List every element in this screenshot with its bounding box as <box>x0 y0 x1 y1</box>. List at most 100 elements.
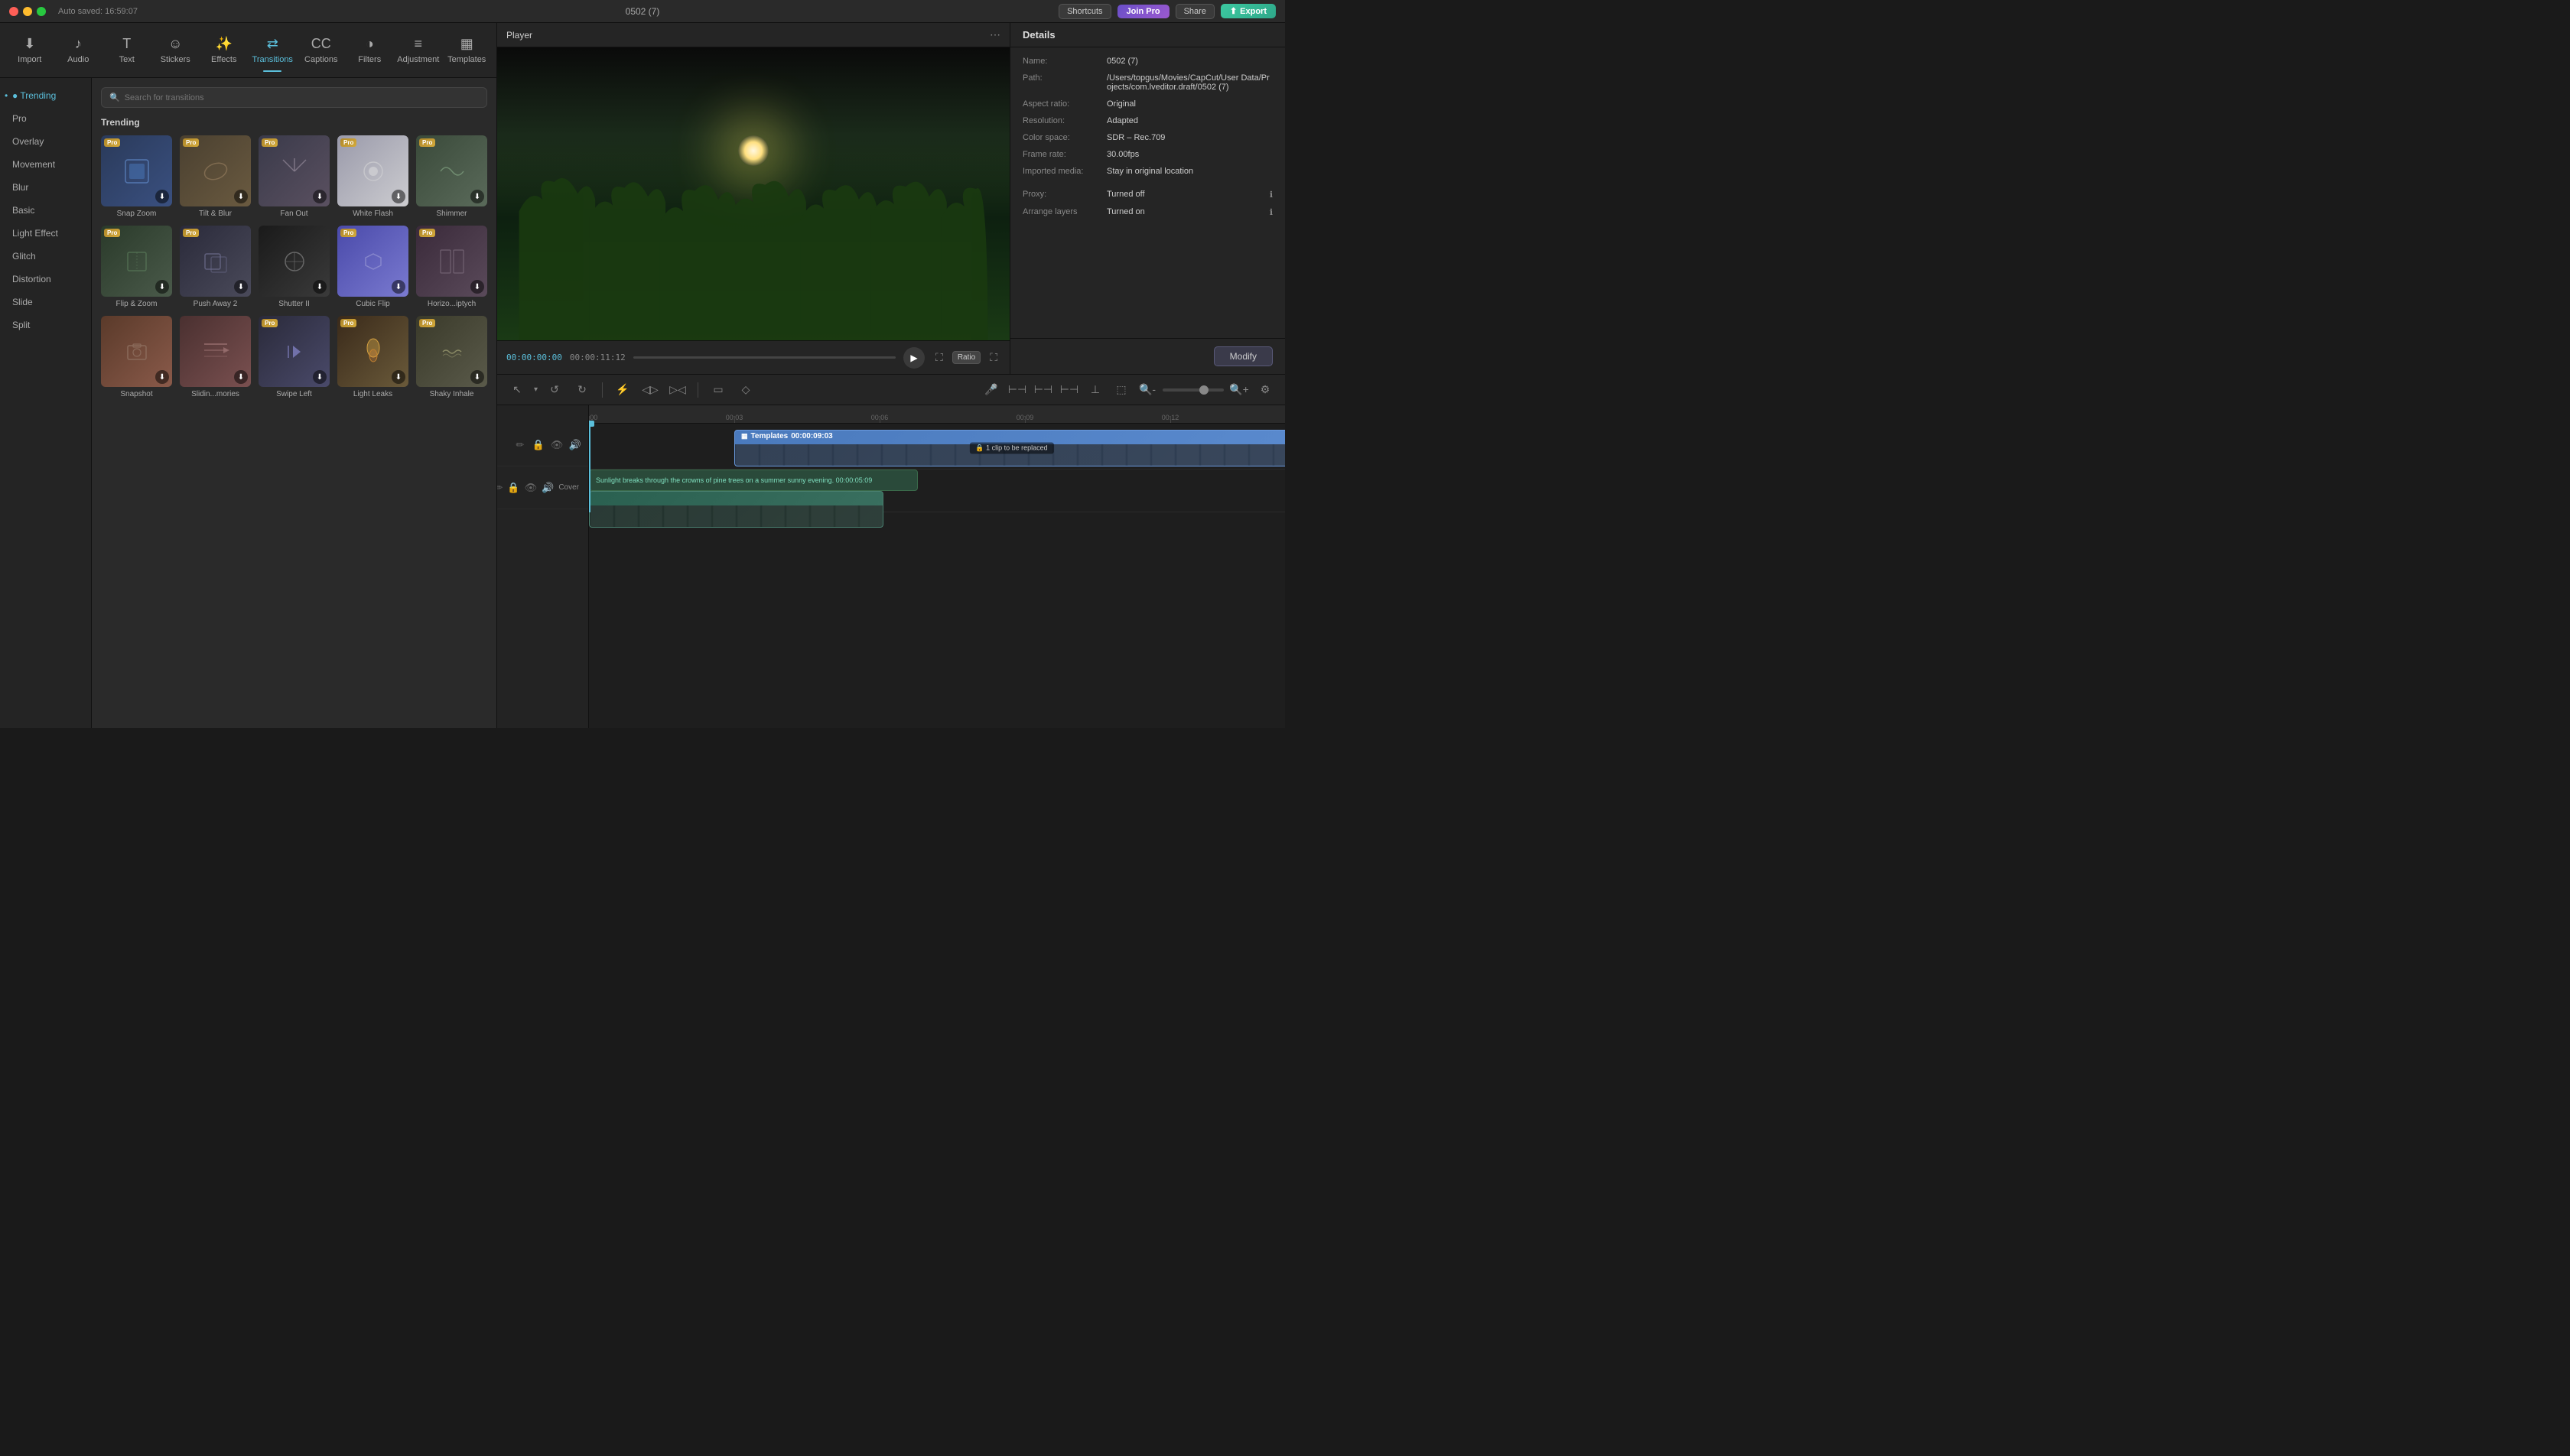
sidebar-item-overlay[interactable]: Overlay <box>0 130 91 153</box>
export-button[interactable]: ⬆ Export <box>1221 4 1276 18</box>
transition-snapshot[interactable]: ⬇ Snapshot <box>101 316 172 398</box>
download-icon[interactable]: ⬇ <box>470 190 484 203</box>
close-button[interactable] <box>9 7 18 16</box>
clip-button[interactable]: ▭ <box>708 379 729 401</box>
zoom-out-button[interactable]: 🔍- <box>1137 379 1158 401</box>
sidebar-item-basic[interactable]: Basic <box>0 199 91 222</box>
clip-duration-button[interactable]: ⊢⊣ <box>1033 379 1054 401</box>
track-edit-icon-2[interactable]: ✏ <box>497 481 503 495</box>
undo-button[interactable]: ↺ <box>544 379 565 401</box>
align-button[interactable]: ⊥ <box>1085 379 1106 401</box>
sidebar-item-slide[interactable]: Slide <box>0 291 91 314</box>
minimize-button[interactable] <box>23 7 32 16</box>
proxy-toggle[interactable]: ℹ <box>1270 190 1273 200</box>
download-icon[interactable]: ⬇ <box>234 280 248 294</box>
track-clip-video[interactable] <box>589 491 883 528</box>
maximize-button[interactable] <box>37 7 46 16</box>
toolbar-transitions[interactable]: ⇄ Transitions <box>249 28 297 73</box>
toolbar-captions[interactable]: CC Captions <box>298 28 345 73</box>
crop-button[interactable]: ▷◁ <box>667 379 688 401</box>
transition-fan-out[interactable]: Pro ⬇ Fan Out <box>259 135 330 218</box>
transition-snap-zoom[interactable]: Pro ⬇ Snap Zoom <box>101 135 172 218</box>
toolbar-audio[interactable]: ♪ Audio <box>55 28 102 73</box>
select-tool-button[interactable]: ↖ <box>506 379 528 401</box>
clip-speed-button[interactable]: ⊢⊣ <box>1007 379 1028 401</box>
sidebar-item-split[interactable]: Split <box>0 314 91 336</box>
download-icon[interactable]: ⬇ <box>155 190 169 203</box>
download-icon[interactable]: ⬇ <box>470 280 484 294</box>
download-icon[interactable]: ⬇ <box>234 190 248 203</box>
modify-button[interactable]: Modify <box>1214 346 1273 366</box>
transition-light-leaks[interactable]: Pro ⬇ Light Leaks <box>337 316 408 398</box>
zoom-slider[interactable] <box>1163 388 1224 392</box>
toolbar-templates[interactable]: ▦ Templates <box>444 28 491 73</box>
track-lock-icon-2[interactable]: 🔒 <box>507 481 519 495</box>
share-button[interactable]: Share <box>1176 4 1215 19</box>
zoom-in-button[interactable]: 🔍+ <box>1228 379 1250 401</box>
track-volume-icon[interactable]: 🔊 <box>568 438 582 452</box>
transition-push-away[interactable]: Pro ⬇ Push Away 2 <box>180 226 251 308</box>
redo-button[interactable]: ↻ <box>571 379 593 401</box>
transition-shaky-inhale[interactable]: Pro ⬇ Shaky Inhale <box>416 316 487 398</box>
download-icon[interactable]: ⬇ <box>234 370 248 384</box>
transition-white-flash[interactable]: Pro ⬇ White Flash <box>337 135 408 218</box>
toolbar-text[interactable]: T Text <box>103 28 151 73</box>
trim-button[interactable]: ◁▷ <box>639 379 661 401</box>
track-lock-icon[interactable]: 🔒 <box>532 438 545 452</box>
transition-cubic-flip[interactable]: Pro ⬇ Cubic Flip <box>337 226 408 308</box>
transition-shutter[interactable]: ⬇ Shutter II <box>259 226 330 308</box>
toolbar-adjustment[interactable]: ≡ Adjustment <box>395 28 442 73</box>
play-button[interactable]: ▶ <box>903 347 925 369</box>
player-seekbar[interactable] <box>633 356 896 359</box>
keyframe-button[interactable]: ◇ <box>735 379 756 401</box>
sidebar-item-movement[interactable]: Movement <box>0 153 91 176</box>
sidebar-item-blur[interactable]: Blur <box>0 176 91 199</box>
download-icon[interactable]: ⬇ <box>313 280 327 294</box>
transition-flip-zoom[interactable]: Pro ⬇ Flip & Zoom <box>101 226 172 308</box>
join-pro-button[interactable]: Join Pro <box>1117 5 1170 18</box>
transition-horizons[interactable]: Pro ⬇ Horizo...iptych <box>416 226 487 308</box>
download-icon[interactable]: ⬇ <box>155 280 169 294</box>
timeline-cursor[interactable] <box>589 424 590 512</box>
transition-sliding[interactable]: ⬇ Slidin...mories <box>180 316 251 398</box>
track-clip-text[interactable]: Sunlight breaks through the crowns of pi… <box>589 470 918 491</box>
fullscreen-icon[interactable]: ⛶ <box>987 348 1000 367</box>
ratio-button[interactable]: Ratio <box>952 351 981 364</box>
sidebar-item-trending[interactable]: ● Trending <box>0 84 91 107</box>
download-icon[interactable]: ⬇ <box>155 370 169 384</box>
fullscreen-crop-icon[interactable]: ⛶ <box>932 348 946 367</box>
split-clip-button[interactable]: ⊢⊣ <box>1059 379 1080 401</box>
track-edit-icon[interactable]: ✏ <box>513 438 527 452</box>
download-icon[interactable]: ⬇ <box>392 280 405 294</box>
transition-swipe-left[interactable]: Pro ⬇ Swipe Left <box>259 316 330 398</box>
shortcuts-button[interactable]: Shortcuts <box>1059 4 1111 19</box>
download-icon[interactable]: ⬇ <box>392 370 405 384</box>
download-icon[interactable]: ⬇ <box>313 370 327 384</box>
zoom-handle[interactable] <box>1199 385 1209 395</box>
transition-tilt-blur[interactable]: Pro ⬇ Tilt & Blur <box>180 135 251 218</box>
download-icon[interactable]: ⬇ <box>392 190 405 203</box>
toolbar-effects[interactable]: ✨ Effects <box>200 28 248 73</box>
download-icon[interactable]: ⬇ <box>313 190 327 203</box>
microphone-button[interactable]: 🎤 <box>981 379 1002 401</box>
search-bar[interactable]: 🔍 <box>101 87 487 108</box>
track-clip-templates[interactable]: ▦ Templates 00:00:09:03 🔒 1 clip to be r… <box>734 430 1285 466</box>
search-input[interactable] <box>125 93 479 102</box>
player-menu-icon[interactable]: ⋯ <box>990 28 1000 41</box>
settings-button[interactable]: ⚙ <box>1254 379 1276 401</box>
split-button[interactable]: ⚡ <box>612 379 633 401</box>
toolbar-import[interactable]: ⬇ Import <box>6 28 54 73</box>
track-volume-icon-2[interactable]: 🔊 <box>542 481 554 495</box>
arrange-layers-toggle[interactable]: ℹ <box>1270 207 1273 217</box>
transition-shimmer[interactable]: Pro ⬇ Shimmer <box>416 135 487 218</box>
toolbar-stickers[interactable]: ☺ Stickers <box>152 28 200 73</box>
select-tool-dropdown[interactable]: ▾ <box>534 385 538 394</box>
sidebar-item-glitch[interactable]: Glitch <box>0 245 91 268</box>
toolbar-filters[interactable]: ◑ Filters <box>346 28 394 73</box>
sidebar-item-light-effect[interactable]: Light Effect <box>0 222 91 245</box>
track-eye-icon[interactable]: 👁 <box>550 438 564 452</box>
stabilize-button[interactable]: ⬚ <box>1111 379 1132 401</box>
sidebar-item-distortion[interactable]: Distortion <box>0 268 91 291</box>
sidebar-item-pro[interactable]: Pro <box>0 107 91 130</box>
track-eye-icon-2[interactable]: 👁 <box>525 481 538 495</box>
